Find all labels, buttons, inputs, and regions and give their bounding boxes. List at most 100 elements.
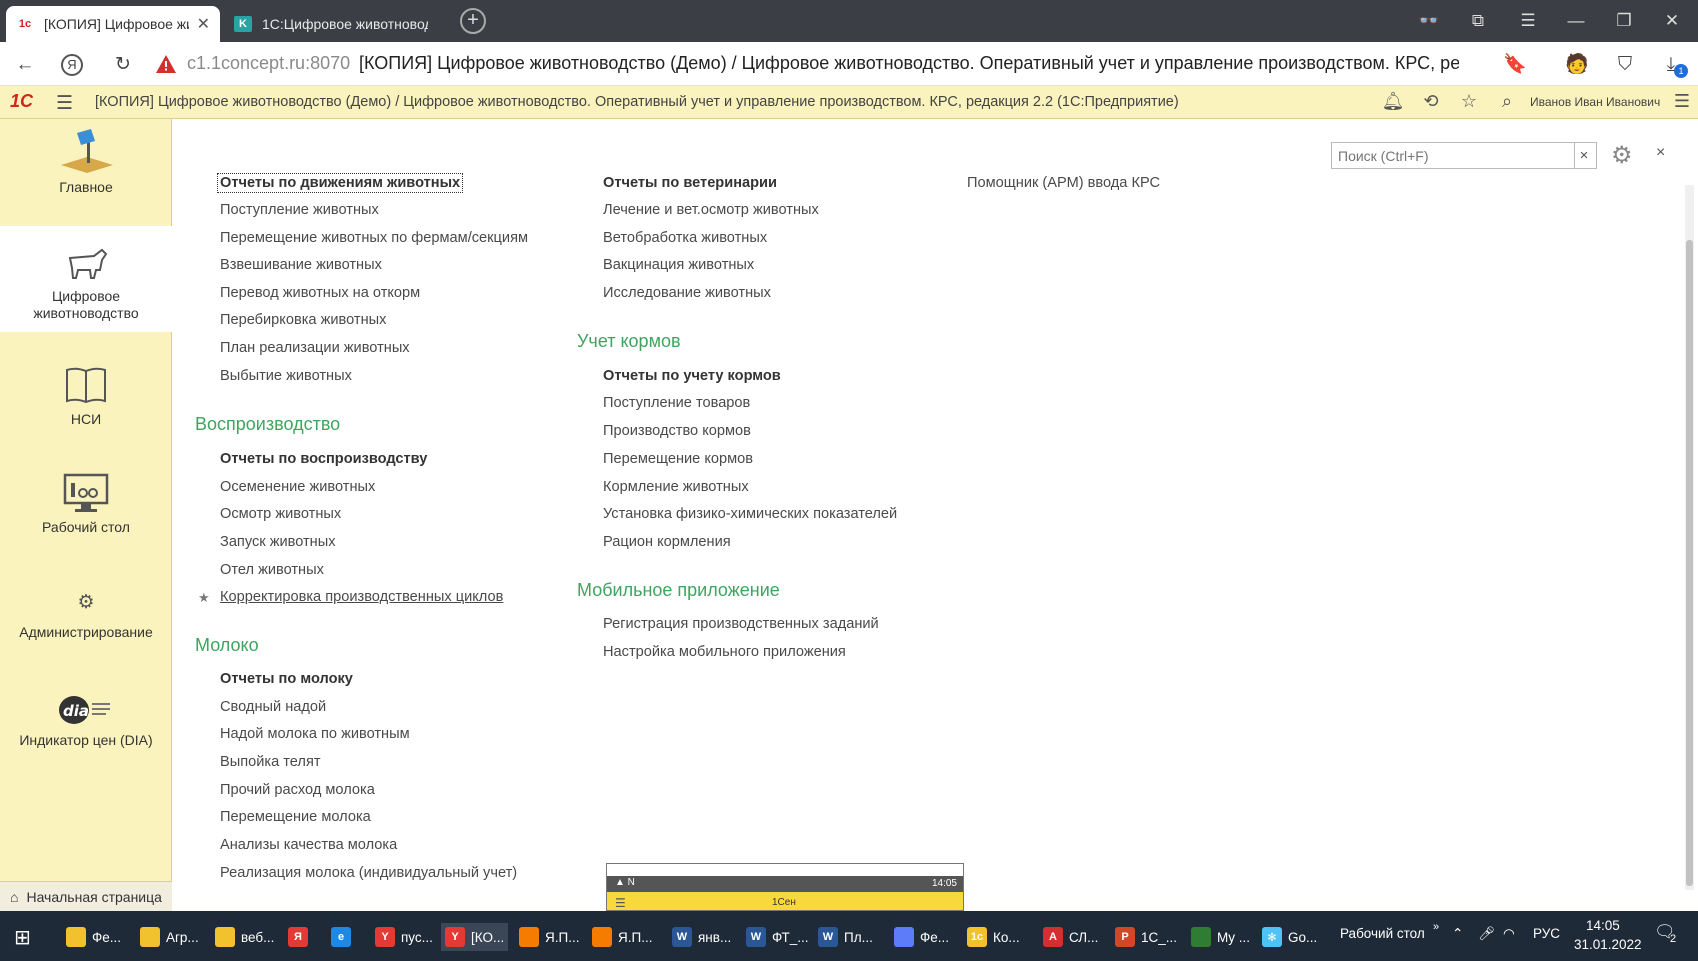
menu-link[interactable]: Надой молока по животным	[220, 726, 410, 742]
microphone-icon[interactable]: 🎤︎	[1478, 926, 1495, 942]
menu-link[interactable]: Взвешивание животных	[220, 257, 382, 273]
reader-glasses-icon[interactable]: 👓	[1409, 8, 1449, 34]
taskbar-item[interactable]: ✻ Go...	[1258, 923, 1321, 951]
yandex-icon[interactable]: Я	[61, 54, 83, 76]
menu-link[interactable]: Перебирковка животных	[220, 312, 386, 328]
menu-link[interactable]: Отчеты по молоку	[220, 671, 353, 687]
taskbar-item[interactable]: Wянв...	[668, 923, 735, 951]
taskbar-item[interactable]: Фе...	[890, 923, 953, 951]
taskbar-item[interactable]: A СЛ...	[1039, 923, 1102, 951]
new-tab-button[interactable]: +	[460, 8, 486, 34]
menu-link[interactable]: Выпойка телят	[220, 754, 321, 770]
menu-link[interactable]: Исследование животных	[603, 285, 771, 301]
browser-tab[interactable]: K 1С:Цифровое животновод	[224, 6, 438, 42]
page-title[interactable]: [КОПИЯ] Цифровое животноводство (Демо) /…	[359, 53, 1459, 74]
taskbar-item[interactable]: Yпус...	[371, 923, 437, 951]
menu-link[interactable]: Осмотр животных	[220, 506, 341, 522]
taskbar-item[interactable]: веб...	[211, 923, 278, 951]
menu-link[interactable]: Отчеты по движениям животных	[216, 173, 464, 193]
menu-link[interactable]: Помощник (АРМ) ввода КРС	[967, 175, 1160, 191]
tray-chevron-icon[interactable]: ⌃	[1452, 926, 1463, 942]
taskbar-item[interactable]: My ...	[1187, 923, 1254, 951]
taskbar-item[interactable]: 1c Ко...	[963, 923, 1024, 951]
language-indicator[interactable]: РУС	[1533, 926, 1560, 941]
search-input[interactable]	[1331, 142, 1575, 169]
taskbar-item[interactable]: W Пл...	[814, 923, 877, 951]
bell-icon[interactable]: 🔔︎	[1381, 91, 1405, 112]
menu-link[interactable]: Вакцинация животных	[603, 257, 754, 273]
menu-link[interactable]: Перемещение кормов	[603, 451, 753, 467]
history-icon[interactable]: ⟲	[1419, 91, 1443, 112]
menu-link[interactable]: Производство кормов	[603, 423, 751, 439]
window-close-icon[interactable]: ✕	[1652, 8, 1692, 34]
sidebar-item-digital-livestock[interactable]: Цифровое животноводство	[0, 226, 172, 332]
menu-link[interactable]: Прочий расход молока	[220, 782, 375, 798]
desktop-label[interactable]: Рабочий стол	[1340, 926, 1425, 941]
minimize-icon[interactable]: —	[1556, 8, 1596, 34]
menu-link[interactable]: Анализы качества молока	[220, 837, 397, 853]
tab-close-icon[interactable]: ✕	[197, 14, 210, 34]
clock-time[interactable]: 14:05	[1586, 918, 1620, 933]
taskbar-item[interactable]: Я.П...	[515, 923, 583, 951]
menu-link[interactable]: Отчеты по учету кормов	[603, 368, 781, 384]
menu-link[interactable]: Настройка мобильного приложения	[603, 644, 846, 660]
menu-link[interactable]: Сводный надой	[220, 699, 326, 715]
menu-link[interactable]: Осеменение животных	[220, 479, 375, 495]
menu-link[interactable]: Поступление товаров	[603, 395, 750, 411]
favorite-star-icon[interactable]: ★	[198, 590, 210, 606]
menu-link[interactable]: Поступление животных	[220, 202, 379, 218]
clock-date[interactable]: 31.01.2022	[1574, 937, 1642, 952]
bookmark-icon[interactable]: 🔖	[1502, 52, 1528, 78]
taskbar-item[interactable]: W ФТ_...	[742, 923, 813, 951]
menu-link[interactable]: Рацион кормления	[603, 534, 731, 550]
taskbar-item[interactable]: Агр...	[136, 923, 203, 951]
back-arrow-icon[interactable]: ←	[12, 52, 38, 78]
search-icon[interactable]: ⌕	[1495, 91, 1519, 112]
wifi-icon[interactable]: ◠	[1503, 926, 1515, 942]
hamburger-menu-icon[interactable]: ☰	[56, 92, 73, 115]
taskbar-item[interactable]: P 1С_...	[1111, 923, 1181, 951]
menu-icon[interactable]: ☰	[1508, 8, 1548, 34]
browser-tab-active[interactable]: 1с [КОПИЯ] Цифровое жи ✕	[6, 6, 220, 42]
sidebar-item-dia[interactable]: dia Индикатор цен (DIA)	[0, 694, 172, 774]
scrollbar-thumb[interactable]	[1686, 240, 1693, 886]
tabs-icon[interactable]: ⧉	[1458, 8, 1498, 34]
search-clear-button[interactable]: ×	[1572, 142, 1597, 169]
settings-gear-icon[interactable]: ⚙	[1611, 141, 1633, 170]
menu-link[interactable]: План реализации животных	[220, 340, 410, 356]
sidebar-item-nsi[interactable]: НСИ	[0, 365, 172, 445]
taskbar-item[interactable]: Фе...	[62, 923, 125, 951]
menu-link[interactable]: Установка физико-химических показателей	[603, 506, 897, 522]
menu-link[interactable]: Корректировка производственных циклов	[220, 589, 503, 605]
menu-link[interactable]: Перемещение молока	[220, 809, 371, 825]
taskbar-item[interactable]: Y [КО...	[441, 923, 509, 951]
sidebar-item-admin[interactable]: ⚙ Администрирование	[0, 591, 172, 671]
star-icon[interactable]: ☆	[1457, 91, 1481, 112]
menu-link[interactable]: Регистрация производственных заданий	[603, 616, 879, 632]
taskbar-item[interactable]: Я	[284, 923, 318, 951]
close-panel-button[interactable]: ×	[1656, 144, 1665, 162]
taskbar-item[interactable]: e	[327, 923, 361, 951]
url-host[interactable]: c1.1concept.ru:8070	[187, 53, 350, 74]
menu-link[interactable]: Ветобработка животных	[603, 230, 767, 246]
menu-link[interactable]: Кормление животных	[603, 479, 749, 495]
warning-icon[interactable]	[155, 54, 177, 74]
menu-link[interactable]: Отчеты по воспроизводству	[220, 451, 427, 467]
menu-link[interactable]: Отел животных	[220, 562, 324, 578]
overflow-chevron-icon[interactable]: »	[1433, 921, 1439, 933]
sidebar-item-main[interactable]: Главное	[0, 129, 172, 225]
menu-link[interactable]: Отчеты по ветеринарии	[603, 175, 777, 191]
menu-link[interactable]: Выбытие животных	[220, 368, 352, 384]
home-page-bar[interactable]: ⌂ Начальная страница	[0, 881, 172, 911]
menu-link[interactable]: Лечение и вет.осмотр животных	[603, 202, 819, 218]
user-name[interactable]: Иванов Иван Иванович	[1530, 95, 1660, 109]
sidebar-item-desktop[interactable]: Рабочий стол	[0, 473, 172, 553]
menu-link[interactable]: Запуск животных	[220, 534, 336, 550]
settings-menu-icon[interactable]: ☰	[1670, 91, 1694, 112]
menu-link[interactable]: Перемещение животных по фермам/секциям	[220, 230, 528, 246]
reload-icon[interactable]: ↻	[110, 52, 136, 78]
shield-icon[interactable]: ⛉	[1612, 52, 1638, 78]
windows-start-icon[interactable]: ⊞	[14, 923, 31, 951]
menu-link[interactable]: Реализация молока (индивидуальный учет)	[220, 865, 517, 881]
restore-icon[interactable]: ❐	[1604, 8, 1644, 34]
